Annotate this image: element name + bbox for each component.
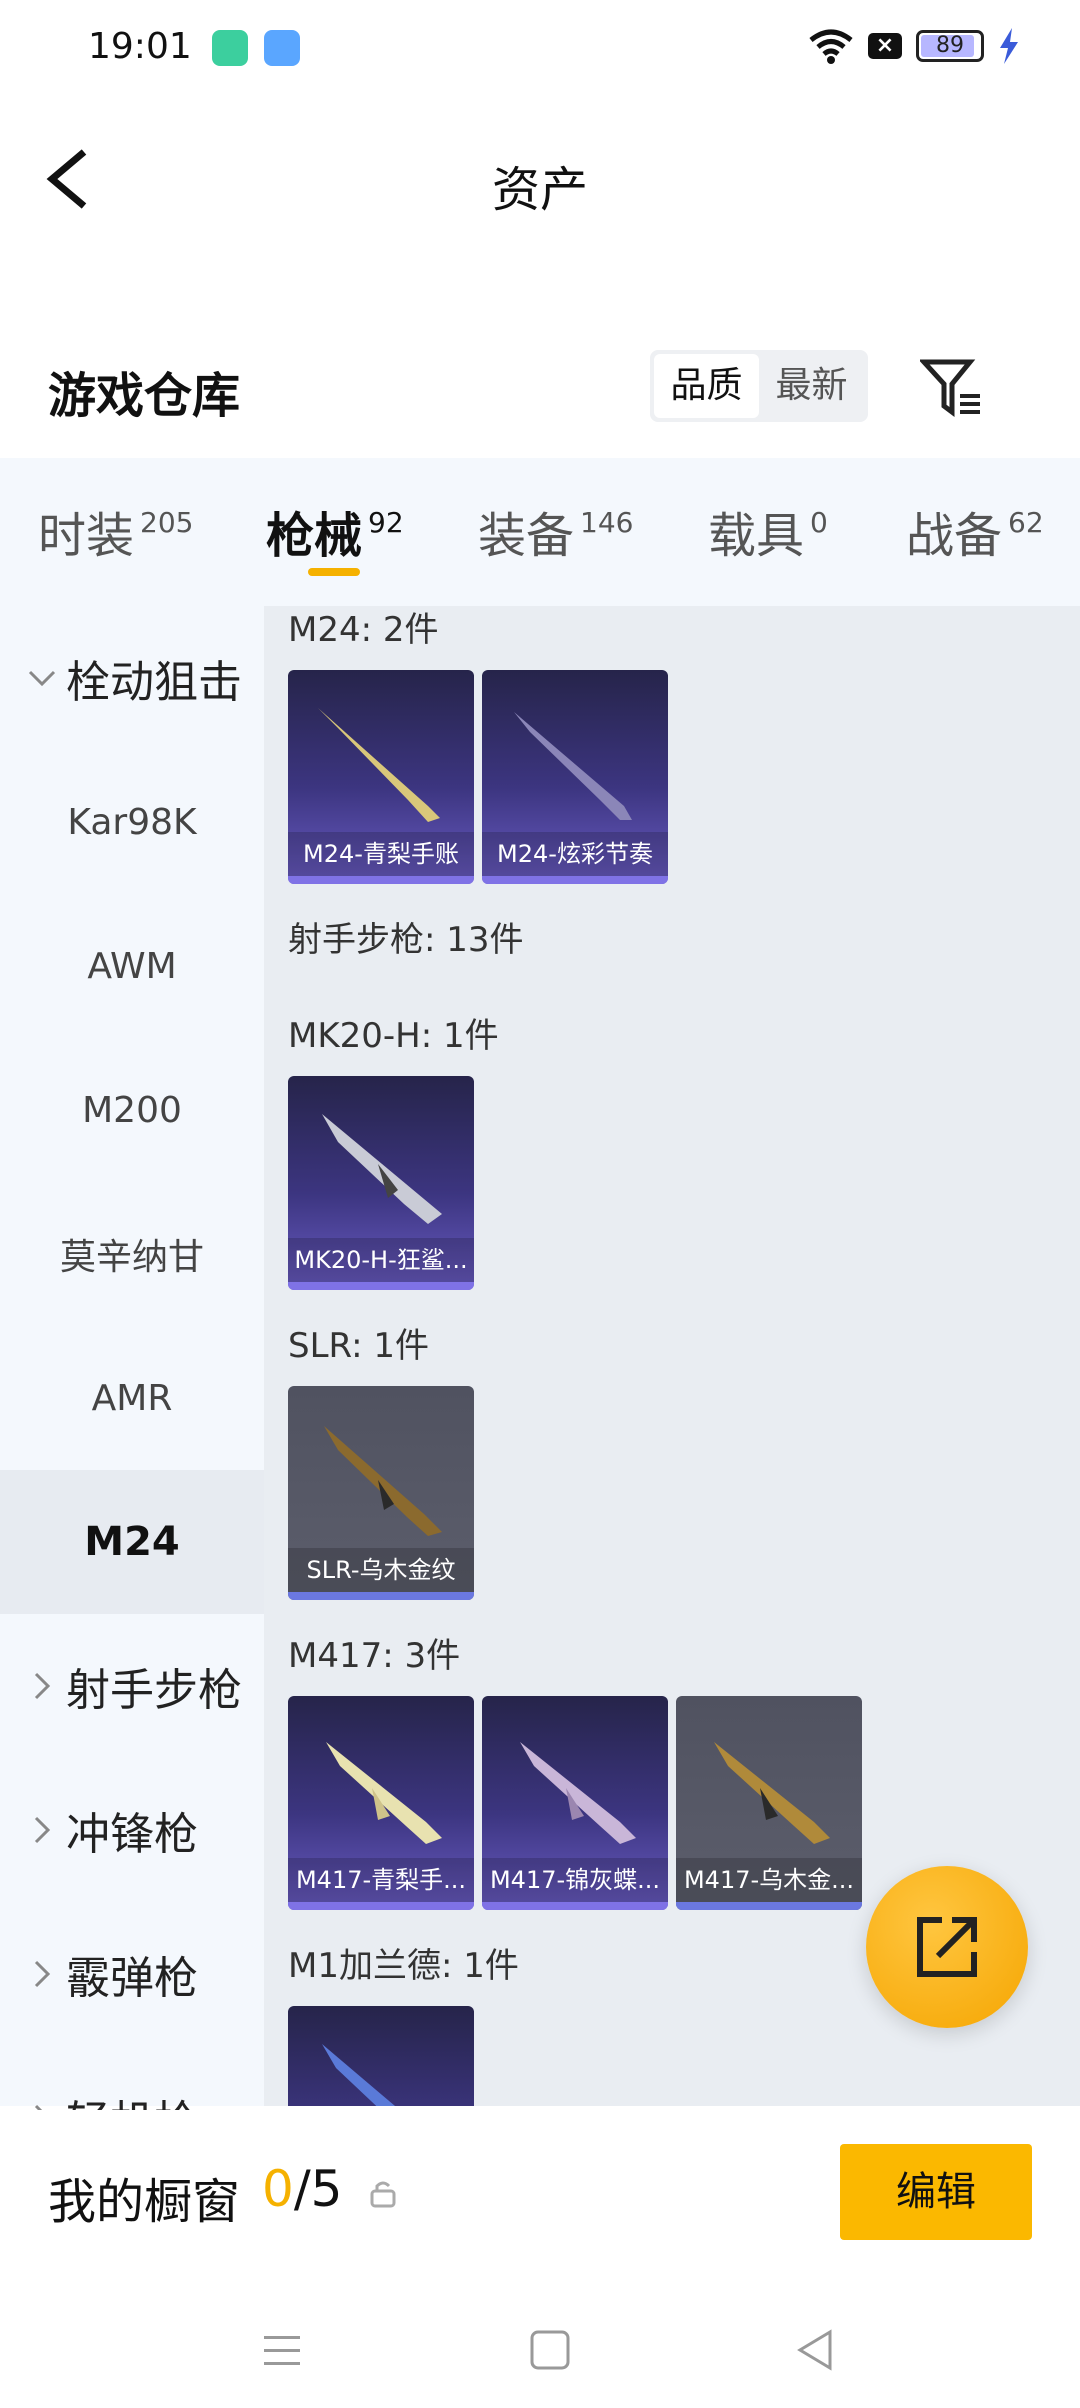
- skin-card-m417[interactable]: M417-乌木金...: [676, 1696, 862, 1910]
- skin-card-m1[interactable]: [288, 2006, 474, 2106]
- section-label-m417: M417: 3件: [288, 1636, 461, 1676]
- battery-indicator: 89: [916, 30, 984, 62]
- sidebar-group-bolt-action[interactable]: 栓动狙击: [0, 606, 264, 750]
- weapon-category-sidebar: 栓动狙击 Kar98K AWM M200 莫辛纳甘 AMR M24 射手步枪 冲…: [0, 606, 264, 2148]
- wifi-icon: [809, 29, 853, 64]
- share-button[interactable]: [866, 1866, 1028, 2028]
- chevron-down-icon: [28, 670, 56, 687]
- status-bar: 19:01 × 89: [0, 0, 1080, 96]
- sim-off-icon: ×: [868, 33, 902, 59]
- rifle-icon: [326, 1742, 442, 1844]
- warehouse-title: 游戏仓库: [48, 368, 241, 424]
- tab-supplies[interactable]: 战备 62: [906, 496, 1044, 566]
- sidebar-group-shotgun[interactable]: 霰弹枪: [0, 1902, 264, 2046]
- showcase-count: 0/5: [262, 2160, 343, 2218]
- skin-card-m24[interactable]: M24-炫彩节奏: [482, 670, 668, 884]
- system-nav-bar: [0, 2290, 1080, 2408]
- sidebar-item-m24[interactable]: M24: [0, 1470, 264, 1614]
- section-label-slr: SLR: 1件: [288, 1326, 429, 1366]
- edit-button[interactable]: 编辑: [840, 2144, 1032, 2240]
- sort-newest-button[interactable]: 最新: [759, 354, 864, 418]
- skin-card-m24[interactable]: M24-青梨手账: [288, 670, 474, 884]
- section-label-m24: M24: 2件: [288, 610, 439, 650]
- back-nav-icon[interactable]: [786, 2320, 846, 2380]
- charging-icon: [1000, 28, 1018, 64]
- filter-icon: [918, 359, 980, 417]
- showcase-title: 我的橱窗: [48, 2174, 241, 2230]
- tab-fashion[interactable]: 时装 205: [38, 496, 193, 566]
- chevron-right-icon: [34, 1816, 51, 1844]
- filter-button[interactable]: [918, 356, 984, 420]
- app-notification-icon: [212, 30, 248, 66]
- category-tabs: 时装 205 枪械 92 装备 146 载具 0 战备 62: [0, 458, 1080, 606]
- sort-quality-button[interactable]: 品质: [654, 354, 759, 418]
- skin-card-m417[interactable]: M417-锦灰蝶...: [482, 1696, 668, 1910]
- page-title: 资产: [491, 162, 588, 218]
- rifle-icon: [520, 1742, 636, 1844]
- chevron-right-icon: [34, 1960, 51, 1988]
- rifle-icon: [318, 708, 440, 822]
- sidebar-item-mosin[interactable]: 莫辛纳甘: [0, 1182, 264, 1326]
- home-icon[interactable]: [520, 2320, 580, 2380]
- sidebar-item-awm[interactable]: AWM: [0, 894, 264, 1038]
- section-label-m1: M1加兰德: 1件: [288, 1946, 519, 1986]
- skin-card-slr[interactable]: SLR-乌木金纹: [288, 1386, 474, 1600]
- tab-vehicles[interactable]: 载具 0: [708, 496, 828, 566]
- weather-app-icon: [264, 30, 300, 66]
- skin-card-mk20[interactable]: MK20-H-狂鲨...: [288, 1076, 474, 1290]
- chevron-right-icon: [34, 1672, 51, 1700]
- menu-icon[interactable]: [252, 2320, 312, 2380]
- share-icon: [917, 1917, 977, 1977]
- rifle-icon: [322, 1114, 442, 1224]
- tab-equipment[interactable]: 装备 146: [478, 496, 633, 566]
- rifle-icon: [514, 712, 632, 820]
- sidebar-group-smg[interactable]: 冲锋枪: [0, 1758, 264, 1902]
- lock-icon: [370, 2181, 396, 2208]
- tab-firearms[interactable]: 枪械 92: [266, 496, 404, 566]
- rifle-icon: [324, 1426, 442, 1536]
- section-label-dmr: 射手步枪: 13件: [288, 920, 524, 960]
- status-indicators: × 89: [808, 28, 1020, 64]
- active-tab-indicator: [308, 568, 360, 576]
- sort-toggle: 品质 最新: [650, 350, 868, 422]
- showcase-bar: 我的橱窗 0/5 编辑: [0, 2110, 1080, 2290]
- rifle-icon: [714, 1742, 830, 1844]
- sidebar-item-amr[interactable]: AMR: [0, 1326, 264, 1470]
- page-header: 资产: [0, 120, 1080, 240]
- status-time: 19:01: [88, 26, 192, 67]
- section-label-mk20: MK20-H: 1件: [288, 1016, 499, 1056]
- sidebar-item-kar98k[interactable]: Kar98K: [0, 750, 264, 894]
- sidebar-group-dmr[interactable]: 射手步枪: [0, 1614, 264, 1758]
- skin-card-m417[interactable]: M417-青梨手...: [288, 1696, 474, 1910]
- rifle-icon: [322, 2044, 396, 2106]
- sidebar-item-m200[interactable]: M200: [0, 1038, 264, 1182]
